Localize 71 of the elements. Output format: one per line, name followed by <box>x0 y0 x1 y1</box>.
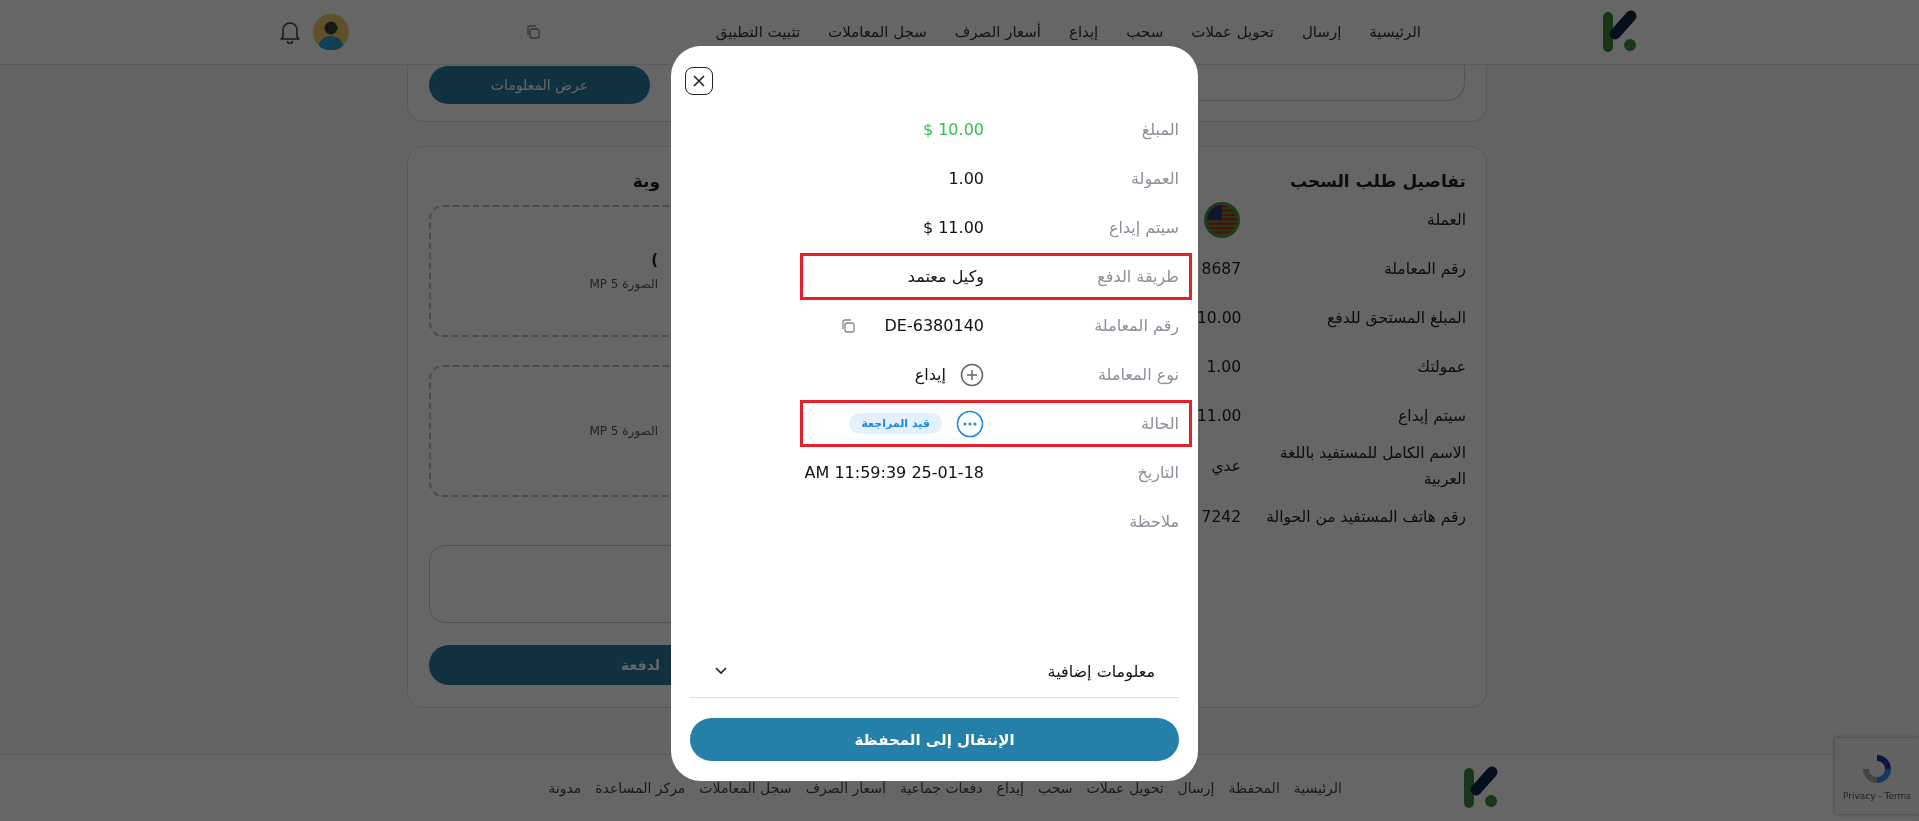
section-title: تفاصيل طلب السحب <box>1288 170 1466 193</box>
field-label: سيتم إيداع <box>1107 218 1179 237</box>
field-value: AM 11:59:39 25-01-18 <box>804 463 984 482</box>
section-title: وبة <box>631 170 660 193</box>
field-label: التاريخ <box>1136 463 1179 482</box>
view-info-button[interactable]: عرض المعلومات <box>429 66 650 104</box>
flag-icon <box>1203 200 1241 239</box>
nav-link[interactable]: أسعار الصرف <box>954 23 1041 41</box>
logo-icon[interactable] <box>1462 766 1500 810</box>
field-value: إيداع <box>914 365 946 384</box>
footer-link[interactable]: إيداع <box>996 780 1024 796</box>
more-icon[interactable] <box>956 409 984 438</box>
field-label: عمولتك <box>1416 356 1466 378</box>
recaptcha-badge[interactable]: Privacy - Terms <box>1835 738 1919 814</box>
upload-hint: الصورة 5 MP <box>589 424 658 438</box>
field-value: $ 11.00 <box>922 218 984 237</box>
nav-link[interactable]: الرئيسية <box>1369 23 1421 41</box>
footer-link[interactable]: المحفظة <box>1228 780 1280 796</box>
copy-icon[interactable] <box>525 25 540 39</box>
footer-link[interactable]: الرئيسية <box>1293 780 1342 796</box>
field-value: 1.00 <box>948 169 984 188</box>
field-label: طريقة الدفع <box>1096 267 1179 286</box>
chevron-icon <box>714 666 728 676</box>
field-label: نوع المعاملة <box>1097 365 1179 384</box>
footer-link[interactable]: تحويل عملات <box>1086 780 1164 796</box>
footer-link[interactable]: سحب <box>1037 780 1073 796</box>
field-value: $ 10.00 <box>922 120 984 139</box>
status-badge: قيد المراجعة <box>849 413 942 434</box>
field-label: سيتم إيداع <box>1397 405 1466 428</box>
field-label: الحالة <box>1140 414 1179 433</box>
field-value: وكيل معتمد <box>907 267 984 286</box>
field-value: DE-6380140 <box>884 316 984 335</box>
nav-link[interactable]: تثبيت التطبيق <box>715 23 801 41</box>
footer-link[interactable]: أسعار الصرف <box>805 780 886 796</box>
footer-link[interactable]: إرسال <box>1177 780 1215 796</box>
close-button[interactable] <box>685 67 713 95</box>
upload-hint: الصورة 5 MP <box>589 277 658 291</box>
field-value: 10.00 <box>1197 308 1241 327</box>
nav-link[interactable]: إرسال <box>1301 23 1342 41</box>
accordion-header[interactable]: معلومات إضافية <box>690 645 1179 698</box>
nav-link[interactable]: سجل المعاملات <box>828 23 927 41</box>
field-value: 7242 <box>1200 507 1241 526</box>
nav-link[interactable]: إيداع <box>1068 23 1099 41</box>
field-value: 11.00 <box>1197 406 1241 425</box>
upload-title: ) <box>651 251 658 269</box>
footer-link[interactable]: مدونة <box>548 780 582 796</box>
nav-link[interactable]: سحب <box>1126 23 1164 41</box>
field-label: رقم هاتف المستفيد من الحوالة <box>1265 506 1466 528</box>
footer-link[interactable]: سجل المعاملات <box>699 780 792 796</box>
recaptcha-links[interactable]: Privacy - Terms <box>1842 791 1912 801</box>
avatar[interactable] <box>313 14 349 50</box>
footer-link[interactable]: دفعات جماعية <box>899 780 983 796</box>
field-value: 8687 <box>1200 259 1241 278</box>
field-label: العمولة <box>1130 169 1179 188</box>
field-label: المبلغ المستحق للدفع <box>1326 307 1466 330</box>
nav-link[interactable]: تحويل عملات <box>1191 23 1274 41</box>
field-label: العملة <box>1426 209 1466 231</box>
field-label: رقم المعاملة <box>1093 316 1179 335</box>
bell-icon[interactable] <box>279 20 301 44</box>
footer-link[interactable]: مركز المساعدة <box>595 780 686 796</box>
field-label: المبلغ <box>1140 120 1179 139</box>
field-label: الاسم الكامل للمستفيد باللغة العربية <box>1278 443 1466 490</box>
logo-icon[interactable] <box>1601 10 1639 54</box>
field-value: عدي <box>1210 457 1241 475</box>
field-label: رقم المعاملة <box>1382 258 1466 280</box>
field-label: ملاحظة <box>1128 512 1179 531</box>
close-icon <box>692 74 706 88</box>
plus-circle-icon <box>960 362 984 387</box>
field-value: 1.00 <box>1205 357 1241 376</box>
copy-icon[interactable] <box>840 318 855 333</box>
wallet-button[interactable]: الإنتقال إلى المحفظة <box>690 718 1179 761</box>
